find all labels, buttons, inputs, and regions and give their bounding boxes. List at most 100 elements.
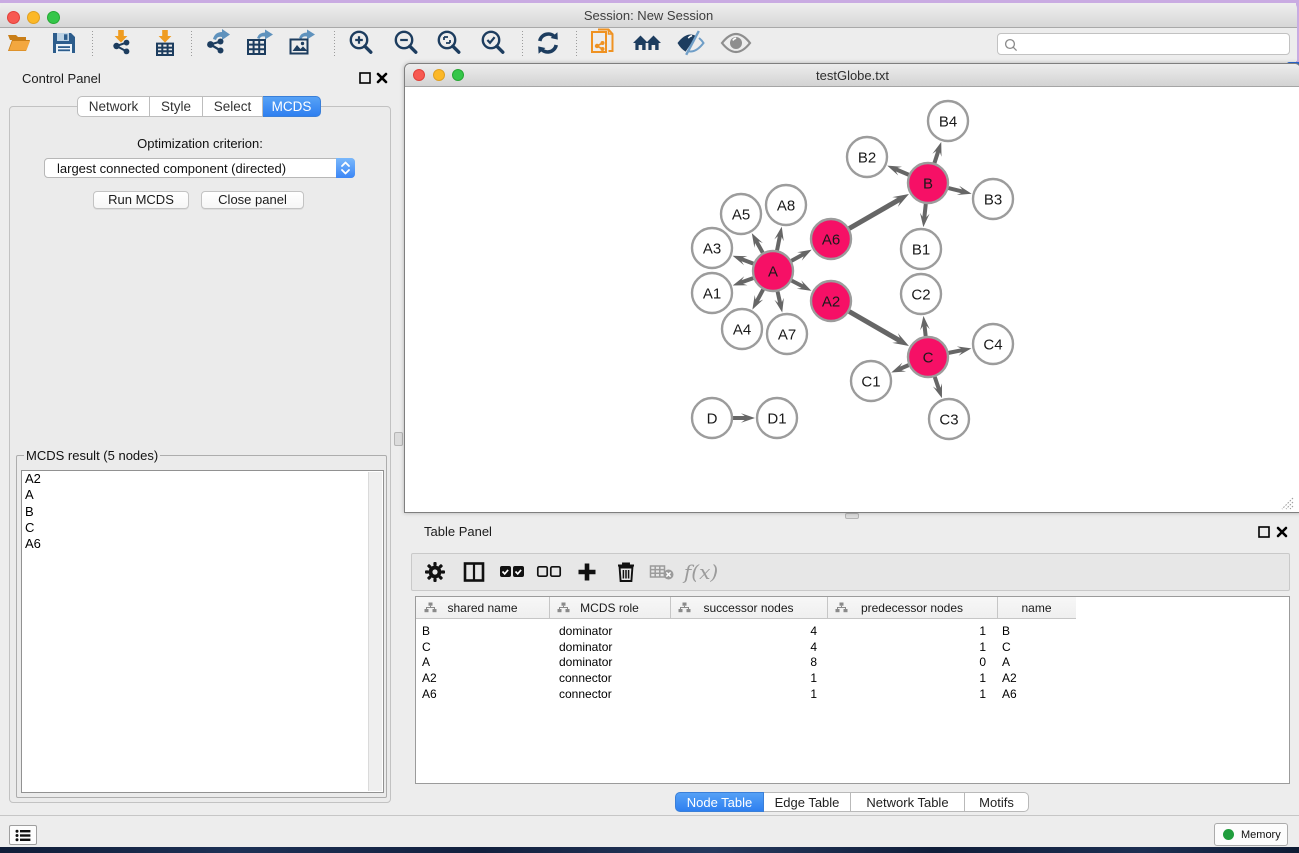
open-session-button[interactable]	[3, 28, 37, 58]
export-network-button[interactable]	[200, 28, 234, 58]
column-header-successor-nodes[interactable]: successor nodes	[670, 597, 827, 618]
columns-icon	[463, 561, 485, 583]
table-cell[interactable]: A2	[422, 670, 437, 686]
table-cell[interactable]: 1	[670, 670, 817, 686]
table-cell[interactable]: dominator	[559, 654, 612, 670]
run-mcds-button[interactable]: Run MCDS	[93, 191, 189, 209]
add-row-button[interactable]	[570, 557, 604, 587]
hide-selected-button[interactable]	[674, 28, 708, 58]
graph-edge-A-A5[interactable]	[756, 240, 763, 253]
function-builder-button[interactable]: f(x)	[684, 557, 718, 587]
export-image-button[interactable]	[284, 28, 318, 58]
clear-checkboxes-button[interactable]	[532, 557, 566, 587]
show-columns-button[interactable]	[457, 557, 491, 587]
table-options-button[interactable]	[418, 557, 452, 587]
zoom-fit-button[interactable]	[432, 28, 466, 58]
graph-edge-A-A2[interactable]	[792, 281, 805, 288]
show-all-button[interactable]	[719, 28, 753, 58]
table-cell[interactable]: connector	[559, 686, 612, 702]
graph-edge-A6-B[interactable]	[849, 198, 901, 228]
refresh-button[interactable]	[531, 28, 565, 58]
tab-style[interactable]: Style	[150, 96, 203, 117]
column-header-shared-name[interactable]: shared name	[416, 597, 549, 618]
control-panel-close-button[interactable]	[376, 72, 388, 87]
mcds-result-item[interactable]: A	[22, 487, 383, 503]
tab-network[interactable]: Network	[77, 96, 150, 117]
table-cell[interactable]: 4	[670, 639, 817, 655]
column-separator[interactable]	[827, 597, 828, 618]
table-cell[interactable]: 1	[670, 686, 817, 702]
column-separator[interactable]	[670, 597, 671, 618]
save-session-button[interactable]	[47, 28, 81, 58]
tab-node-table[interactable]: Node Table	[675, 792, 764, 812]
tab-edge-table[interactable]: Edge Table	[764, 792, 851, 812]
zoom-out-button[interactable]	[389, 28, 423, 58]
mcds-result-item[interactable]: B	[22, 504, 383, 520]
mcds-result-item[interactable]: C	[22, 520, 383, 536]
memory-button[interactable]: Memory	[1214, 823, 1288, 846]
table-cell[interactable]: dominator	[559, 623, 612, 639]
table-cell[interactable]: A6	[1002, 686, 1017, 702]
select-all-checkboxes-button[interactable]	[495, 557, 529, 587]
table-cell[interactable]: A6	[422, 686, 437, 702]
tab-network-table[interactable]: Network Table	[851, 792, 965, 812]
table-cell[interactable]: A	[422, 654, 430, 670]
resize-grip-icon[interactable]	[1281, 497, 1294, 510]
column-header-name[interactable]: name	[997, 597, 1076, 618]
delete-table-button[interactable]	[645, 557, 679, 587]
table-cell[interactable]: 1	[827, 686, 986, 702]
graph-edge-B-B1[interactable]	[924, 204, 926, 220]
column-separator[interactable]	[549, 597, 550, 618]
network-graph-canvas[interactable]: AA2A6BCA1A3A4A5A7A8B1B2B3B4C1C2C3C4DD1	[405, 88, 1298, 513]
table-cell[interactable]: connector	[559, 670, 612, 686]
mcds-list-scrollbar[interactable]	[368, 472, 382, 791]
table-cell[interactable]: 1	[827, 623, 986, 639]
search-field[interactable]	[997, 33, 1290, 55]
tab-mcds[interactable]: MCDS	[263, 96, 321, 117]
table-cell[interactable]: dominator	[559, 639, 612, 655]
zoom-selected-button[interactable]	[476, 28, 510, 58]
table-cell[interactable]: 4	[670, 623, 817, 639]
first-neighbors-button[interactable]	[630, 28, 664, 58]
delete-row-button[interactable]	[609, 557, 643, 587]
close-panel-button[interactable]: Close panel	[201, 191, 304, 209]
network-from-table-button[interactable]	[587, 28, 621, 58]
table-panel-float-button[interactable]	[1258, 526, 1270, 541]
table-cell[interactable]: A2	[1002, 670, 1017, 686]
import-table-button[interactable]	[148, 28, 182, 58]
table-cell[interactable]: C	[422, 639, 431, 655]
table-panel-close-button[interactable]	[1276, 526, 1288, 541]
import-network-button[interactable]	[104, 28, 138, 58]
graph-edge-A-A4[interactable]	[756, 290, 763, 303]
column-header-MCDS-role[interactable]: MCDS role	[549, 597, 670, 618]
table-cell[interactable]: 1	[827, 639, 986, 655]
table-cell[interactable]: 0	[827, 654, 986, 670]
table-cell[interactable]: A	[1002, 654, 1010, 670]
graph-edge-A-A6[interactable]	[791, 253, 805, 261]
export-table-button[interactable]	[242, 28, 276, 58]
graph-edge-C-C2[interactable]	[924, 324, 925, 337]
column-header-predecessor-nodes[interactable]: predecessor nodes	[827, 597, 997, 618]
mcds-result-list[interactable]: A2ABCA6	[21, 470, 384, 793]
control-panel-float-button[interactable]	[359, 72, 371, 87]
criterion-dropdown[interactable]: largest connected component (directed)	[44, 158, 355, 178]
tab-motifs[interactable]: Motifs	[965, 792, 1029, 812]
graph-edge-A-A8[interactable]	[777, 234, 780, 250]
zoom-in-button[interactable]	[344, 28, 378, 58]
mcds-result-item[interactable]: A2	[22, 471, 383, 487]
table-cell[interactable]: B	[1002, 623, 1010, 639]
dropdown-stepper[interactable]	[336, 158, 355, 178]
search-input[interactable]	[1022, 35, 1282, 53]
table-cell[interactable]: 1	[827, 670, 986, 686]
mcds-result-item[interactable]: A6	[22, 536, 383, 552]
horizontal-split-handle[interactable]	[845, 513, 859, 519]
vertical-split-handle[interactable]	[394, 432, 403, 446]
column-separator[interactable]	[997, 597, 998, 618]
table-cell[interactable]: 8	[670, 654, 817, 670]
table-cell[interactable]: B	[422, 623, 430, 639]
table-cell[interactable]: C	[1002, 639, 1011, 655]
graph-edge-C-C4[interactable]	[949, 350, 964, 353]
graph-edge-A2-C[interactable]	[849, 311, 901, 341]
show-panels-button[interactable]	[9, 825, 37, 845]
tab-select[interactable]: Select	[203, 96, 263, 117]
